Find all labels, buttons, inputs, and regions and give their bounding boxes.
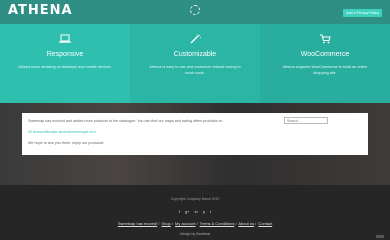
content-paragraph: Sweetcap has evolved and added more prod…	[28, 119, 223, 123]
social-links: f g+ in p t	[0, 209, 390, 214]
content-card: Sweetcap has evolved and added more prod…	[22, 113, 368, 155]
search-input[interactable]	[284, 117, 328, 124]
feature-responsive: Responsive Athena looks amazing on deskt…	[0, 24, 130, 103]
pinterest-icon[interactable]: p	[203, 209, 205, 214]
facebook-icon[interactable]: f	[179, 209, 180, 214]
feature-woocommerce: WooCommerce Athena supports WooCommerce …	[260, 24, 390, 103]
content-body: Sweetcap has evolved and added more prod…	[28, 118, 278, 151]
shopping-cart-icon	[320, 34, 331, 44]
feature-title: Responsive	[46, 51, 84, 58]
footer-link-shop[interactable]: Shop	[161, 221, 170, 226]
feature-text: Athena looks amazing on desktops and mob…	[18, 65, 112, 69]
linkedin-icon[interactable]: in	[195, 209, 198, 214]
footer-nav: Sweetcap has moved!/ Shop/ My account/ T…	[0, 221, 390, 226]
loading-spinner-icon	[190, 5, 200, 15]
footer-link-about[interactable]: About us	[238, 221, 254, 226]
magic-wand-icon	[190, 34, 201, 44]
site-logo[interactable]: ATHENA	[8, 4, 73, 18]
catalog-link[interactable]: 42.thenewlifestyle.sociedicameninyle.hd.…	[28, 129, 278, 135]
laptop-icon	[59, 34, 71, 43]
add-privacy-policy-button[interactable]: Add a Privacy Policy	[343, 9, 382, 17]
separator: /	[235, 221, 237, 226]
designed-by-text: Design by Sweetcat	[180, 232, 210, 236]
copyright-text: Copyright Company Name 2019	[170, 197, 220, 201]
twitter-icon[interactable]: t	[210, 209, 211, 214]
separator: /	[255, 221, 257, 226]
footer-link-my-account[interactable]: My account	[175, 221, 195, 226]
footer-link-terms[interactable]: Terms & Conditions	[200, 221, 235, 226]
site-footer: Copyright Company Name 2019 f g+ in p t …	[0, 185, 390, 240]
scroll-to-top-button[interactable]	[376, 235, 384, 238]
site-header: ATHENA Add a Privacy Policy	[0, 0, 390, 24]
separator: /	[158, 221, 160, 226]
separator: /	[196, 221, 198, 226]
footer-link-contact[interactable]: Contact	[258, 221, 272, 226]
separator: /	[171, 221, 173, 226]
features-section: Responsive Athena looks amazing on deskt…	[0, 24, 390, 103]
content-paragraph: We hope to see you there, enjoy our prod…	[28, 141, 104, 145]
feature-text: Athena is easy to use and customize with…	[149, 65, 241, 75]
footer-link-moved[interactable]: Sweetcap has moved!	[118, 221, 157, 226]
feature-title: WooCommerce	[300, 51, 350, 58]
feature-title: Customizable	[173, 51, 217, 58]
feature-customizable: Customizable Athena is easy to use and c…	[130, 24, 260, 103]
feature-text: Athena supports WooCommerce to build an …	[282, 65, 368, 75]
google-plus-icon[interactable]: g+	[185, 209, 190, 214]
